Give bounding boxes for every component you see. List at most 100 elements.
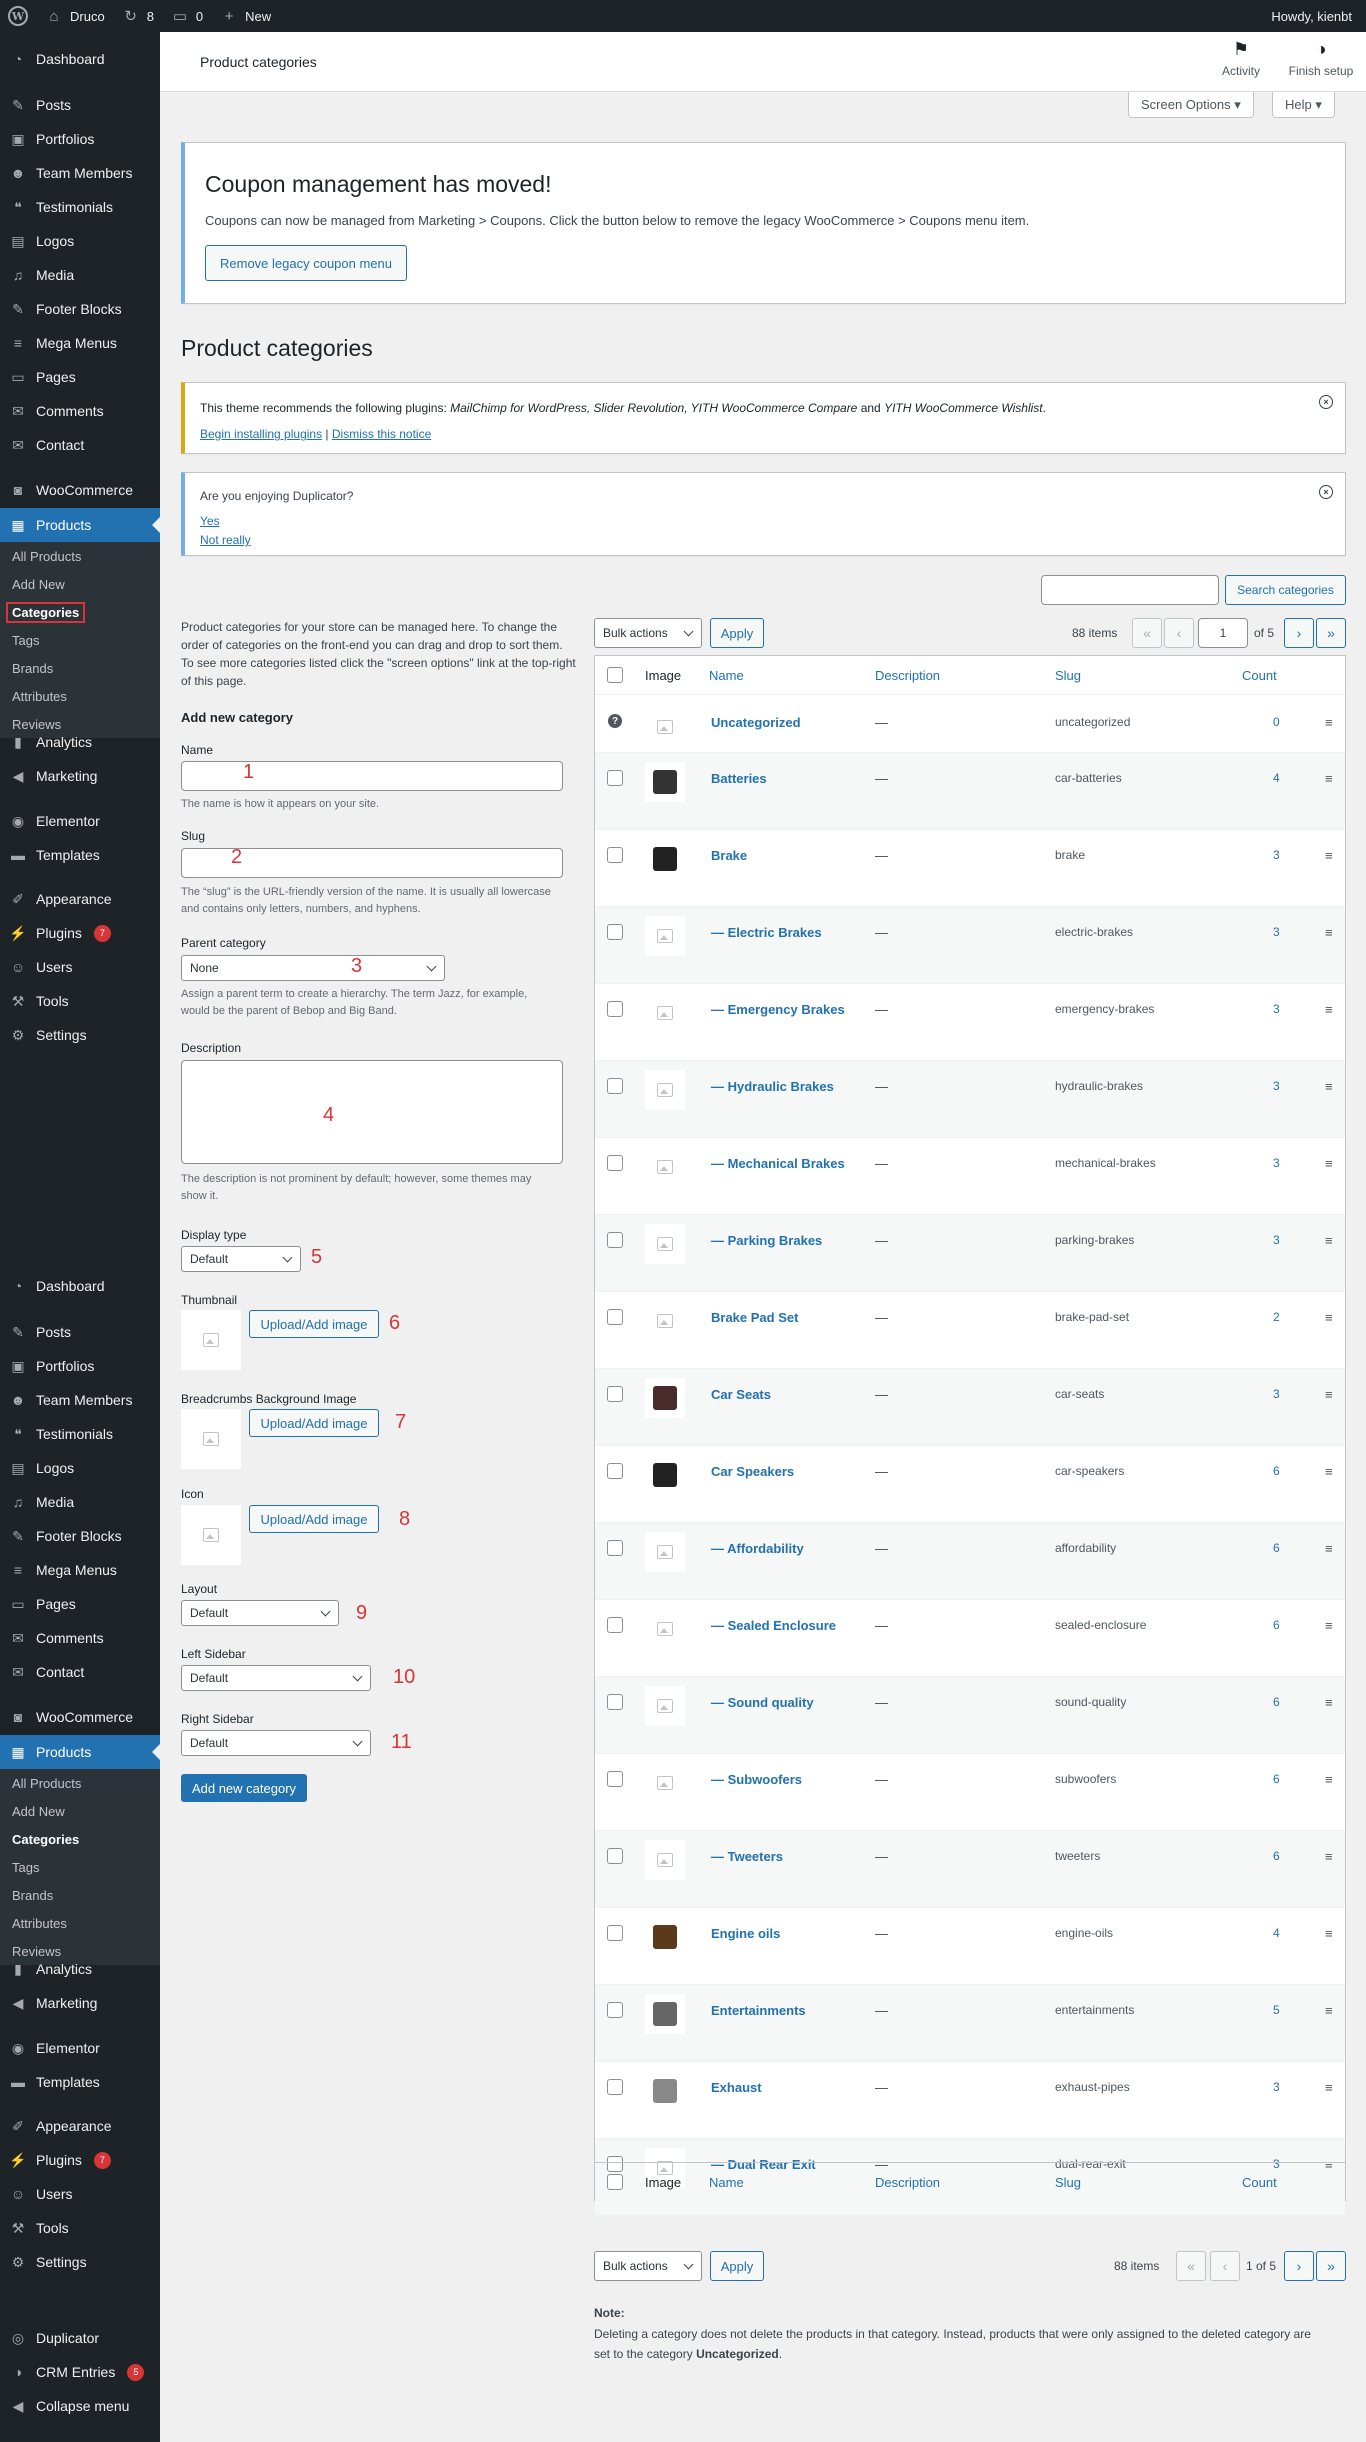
drag-handle-icon[interactable]: ≡	[1325, 1079, 1333, 1094]
menu-item-posts[interactable]: ✎ Posts	[0, 1315, 160, 1349]
drag-handle-icon[interactable]: ≡	[1325, 771, 1333, 786]
submenu-item-all-products[interactable]: All Products	[0, 1769, 160, 1797]
bulk-actions-select-bottom[interactable]: Bulk actions	[594, 2251, 702, 2281]
submenu-item-categories[interactable]: Categories	[0, 1825, 160, 1853]
menu-item-crm-entries[interactable]: ◑ CRM Entries 5	[0, 2355, 160, 2389]
category-name-link[interactable]: — Emergency Brakes	[711, 1002, 845, 1017]
menu-item-duplicator[interactable]: ◎ Duplicator	[0, 2321, 160, 2355]
category-name-link[interactable]: Brake	[711, 848, 747, 863]
right-sidebar-select[interactable]: Default	[181, 1730, 371, 1756]
drag-handle-icon[interactable]: ≡	[1325, 2080, 1333, 2095]
row-checkbox[interactable]	[607, 1771, 623, 1787]
drag-handle-icon[interactable]: ≡	[1325, 1002, 1333, 1017]
category-name-link[interactable]: Car Speakers	[711, 1464, 794, 1479]
category-name-link[interactable]: Batteries	[711, 771, 767, 786]
menu-item-portfolios[interactable]: ▣ Portfolios	[0, 1349, 160, 1383]
drag-handle-icon[interactable]: ≡	[1325, 848, 1333, 863]
drag-handle-icon[interactable]: ≡	[1325, 1387, 1333, 1402]
menu-item-testimonials[interactable]: ❝ Testimonials	[0, 190, 160, 224]
category-name-link[interactable]: Car Seats	[711, 1387, 771, 1402]
row-checkbox[interactable]	[607, 1001, 623, 1017]
select-all-checkbox-footer[interactable]	[607, 2174, 623, 2190]
category-count-link[interactable]: 3	[1273, 1079, 1280, 1093]
menu-item-woocommerce[interactable]: ◙ WooCommerce	[0, 1700, 160, 1734]
category-count-link[interactable]: 3	[1273, 1156, 1280, 1170]
row-checkbox[interactable]	[607, 1694, 623, 1710]
row-checkbox[interactable]	[607, 1078, 623, 1094]
bulk-actions-select-top[interactable]: Bulk actions	[594, 618, 702, 648]
submenu-item-tags[interactable]: Tags	[0, 1853, 160, 1881]
row-checkbox[interactable]	[607, 1232, 623, 1248]
begin-installing-link[interactable]: Begin installing plugins	[200, 427, 322, 441]
menu-item-products[interactable]: ▦ Products	[0, 508, 160, 542]
row-checkbox[interactable]	[607, 1309, 623, 1325]
category-name-link[interactable]: — Affordability	[711, 1541, 804, 1556]
row-checkbox[interactable]	[607, 1925, 623, 1941]
drag-handle-icon[interactable]: ≡	[1325, 1156, 1333, 1171]
left-sidebar-select[interactable]: Default	[181, 1665, 371, 1691]
next-page-button-bottom[interactable]: ›	[1284, 2251, 1314, 2281]
row-checkbox[interactable]	[607, 1463, 623, 1479]
menu-item-users[interactable]: ☺ Users	[0, 2177, 160, 2211]
menu-item-pages[interactable]: ▭ Pages	[0, 1587, 160, 1621]
submenu-item-brands[interactable]: Brands	[0, 1881, 160, 1909]
first-page-button-bottom[interactable]: «	[1176, 2251, 1206, 2281]
icon-upload-button[interactable]: Upload/Add image	[249, 1505, 379, 1533]
menu-item-footer-blocks[interactable]: ✎ Footer Blocks	[0, 1519, 160, 1553]
parent-select[interactable]: None	[181, 955, 445, 981]
submenu-item-attributes[interactable]: Attributes	[0, 1909, 160, 1937]
col-slug[interactable]: Slug	[1055, 656, 1081, 694]
menu-item-team-members[interactable]: ☻ Team Members	[0, 1383, 160, 1417]
submenu-item-tags[interactable]: Tags	[0, 626, 160, 654]
activity-button[interactable]: ⚑ Activity	[1210, 40, 1272, 78]
menu-item-media[interactable]: ♫ Media	[0, 258, 160, 292]
menu-item-marketing[interactable]: ◀ Marketing	[0, 1986, 160, 2020]
first-page-button[interactable]: «	[1132, 618, 1162, 648]
menu-item-mega-menus[interactable]: ≡ Mega Menus	[0, 1553, 160, 1587]
menu-item-settings[interactable]: ⚙ Settings	[0, 1018, 160, 1052]
category-count-link[interactable]: 2	[1273, 1310, 1280, 1324]
menu-item-plugins[interactable]: ⚡ Plugins 7	[0, 2143, 160, 2177]
submenu-item-add-new[interactable]: Add New	[0, 570, 160, 598]
row-checkbox[interactable]	[607, 2002, 623, 2018]
category-name-link[interactable]: — Parking Brakes	[711, 1233, 822, 1248]
category-name-link[interactable]: — Sound quality	[711, 1695, 814, 1710]
col-count-footer[interactable]: Count	[1242, 2163, 1277, 2201]
drag-handle-icon[interactable]: ≡	[1325, 1464, 1333, 1479]
row-checkbox[interactable]	[607, 1386, 623, 1402]
category-count-link[interactable]: 0	[1273, 715, 1280, 729]
close-icon[interactable]: ×	[1319, 395, 1333, 409]
wordpress-logo-icon[interactable]: W	[0, 0, 36, 32]
row-checkbox[interactable]	[607, 2079, 623, 2095]
prev-page-button-bottom[interactable]: ‹	[1210, 2251, 1240, 2281]
category-count-link[interactable]: 6	[1273, 1618, 1280, 1632]
menu-item-mega-menus[interactable]: ≡ Mega Menus	[0, 326, 160, 360]
current-page-input[interactable]: 1	[1198, 618, 1248, 648]
category-count-link[interactable]: 3	[1273, 2080, 1280, 2094]
drag-handle-icon[interactable]: ≡	[1325, 1618, 1333, 1633]
menu-item-plugins[interactable]: ⚡ Plugins 7	[0, 916, 160, 950]
name-input[interactable]	[181, 761, 563, 791]
category-name-link[interactable]: Engine oils	[711, 1926, 780, 1941]
remove-legacy-coupon-button[interactable]: Remove legacy coupon menu	[205, 245, 407, 281]
category-count-link[interactable]: 3	[1273, 1233, 1280, 1247]
category-count-link[interactable]: 3	[1273, 925, 1280, 939]
drag-handle-icon[interactable]: ≡	[1325, 1926, 1333, 1941]
comments-link[interactable]: ▭ 0	[162, 0, 211, 32]
menu-item-logos[interactable]: ▤ Logos	[0, 224, 160, 258]
menu-item-templates[interactable]: ▬ Templates	[0, 838, 160, 872]
apply-button-top[interactable]: Apply	[710, 618, 764, 648]
close-icon[interactable]: ×	[1319, 485, 1333, 499]
search-categories-button[interactable]: Search categories	[1225, 575, 1346, 605]
menu-item-tools[interactable]: ⚒ Tools	[0, 2211, 160, 2245]
row-checkbox[interactable]	[607, 924, 623, 940]
last-page-button[interactable]: »	[1316, 618, 1346, 648]
next-page-button[interactable]: ›	[1284, 618, 1314, 648]
submenu-item-all-products[interactable]: All Products	[0, 542, 160, 570]
category-count-link[interactable]: 6	[1273, 1464, 1280, 1478]
dismiss-notice-link[interactable]: Dismiss this notice	[332, 427, 431, 441]
drag-handle-icon[interactable]: ≡	[1325, 1772, 1333, 1787]
account-menu[interactable]: Howdy, kienbt	[1263, 0, 1366, 32]
category-count-link[interactable]: 6	[1273, 1541, 1280, 1555]
screen-options-button[interactable]: Screen Options ▾	[1128, 92, 1254, 118]
